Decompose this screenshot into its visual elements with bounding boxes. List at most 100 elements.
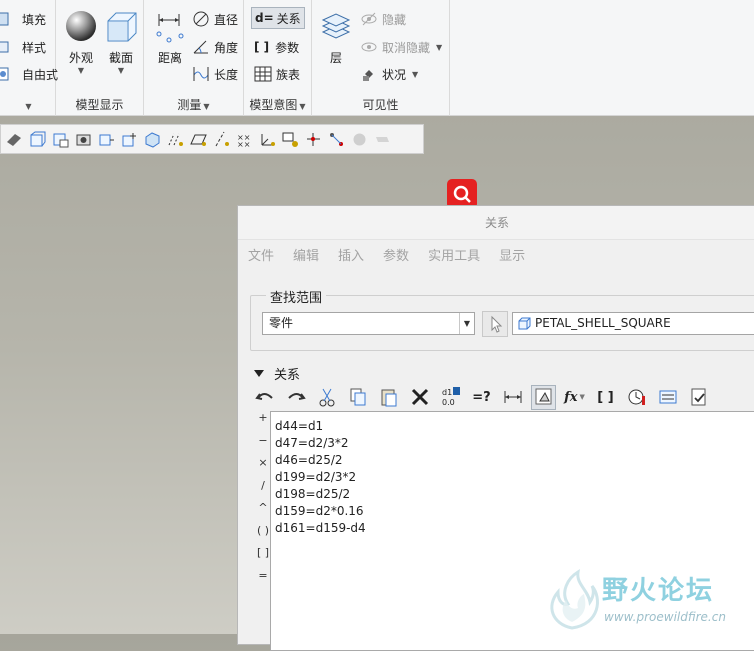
- section-button[interactable]: 截面 ▼: [101, 6, 141, 86]
- select-from-model-icon[interactable]: [531, 384, 556, 410]
- menu-insert[interactable]: 插入: [338, 245, 364, 264]
- diameter-button[interactable]: 直径: [192, 8, 238, 30]
- undo-icon[interactable]: [252, 385, 277, 410]
- delete-icon[interactable]: [407, 385, 432, 410]
- layers-button[interactable]: 层: [316, 6, 356, 86]
- ribbon-group-visibility: 层 隐藏 取消隐藏 ▼ 状况 ▼ 可见性: [312, 0, 450, 116]
- svg-text:d1: d1: [442, 388, 452, 397]
- insert-parameter-button[interactable]: [ ]: [593, 385, 618, 410]
- view-manager-icon[interactable]: [97, 130, 116, 149]
- scope-label: 查找范围: [266, 287, 327, 306]
- saved-view-icon[interactable]: [51, 130, 70, 149]
- relation-line: d198=d25/2: [275, 487, 351, 501]
- select-part-button[interactable]: [482, 311, 508, 337]
- svg-text:××: ××: [237, 140, 250, 149]
- svg-text:0.0: 0.0: [442, 398, 455, 407]
- diameter-icon: [192, 10, 210, 28]
- show-dimension-icon[interactable]: [655, 385, 680, 410]
- length-button[interactable]: 长度: [192, 63, 238, 85]
- disabled-display-icon[interactable]: [350, 130, 369, 149]
- relation-line: d46=d25/2: [275, 453, 343, 467]
- csys-display-icon[interactable]: [258, 130, 277, 149]
- part-name-field[interactable]: PETAL_SHELL_SQUARE: [512, 312, 754, 335]
- chevron-down-icon: ▼: [579, 393, 585, 401]
- ribbon-group-label-model-display: 模型显示: [75, 98, 124, 112]
- evaluate-icon[interactable]: [624, 385, 649, 410]
- fill-icon: [0, 10, 18, 28]
- menu-edit[interactable]: 编辑: [293, 245, 319, 264]
- relations-section-toggle[interactable]: 关系: [254, 364, 300, 383]
- appearance-button[interactable]: 外观 ▼: [61, 6, 101, 86]
- verify-relations-button[interactable]: =?: [469, 385, 494, 410]
- copy-icon[interactable]: [345, 385, 370, 410]
- menu-parameters[interactable]: 参数: [383, 245, 409, 264]
- distance-icon: [153, 10, 187, 44]
- hide-button[interactable]: 隐藏: [360, 8, 406, 30]
- freestyle-icon: [0, 65, 18, 83]
- menu-display[interactable]: 显示: [499, 245, 525, 264]
- relation-line: d159=d2*0.16: [275, 504, 364, 518]
- layers-icon: [319, 10, 353, 44]
- spin-center-display-icon[interactable]: [304, 130, 323, 149]
- relation-line: d44=d1: [275, 419, 324, 433]
- point-display-icon[interactable]: ×× ××: [235, 130, 254, 149]
- toggle-symbol-value-icon[interactable]: d1 0.0: [438, 385, 463, 410]
- length-icon: [192, 65, 210, 83]
- style-button[interactable]: 样式: [0, 36, 46, 58]
- plane-display-icon[interactable]: [189, 130, 208, 149]
- menu-utilities[interactable]: 实用工具: [428, 245, 480, 264]
- relations-button[interactable]: d= 关系: [251, 7, 305, 29]
- freestyle-button[interactable]: 自由式: [0, 63, 58, 85]
- annotation-display-icon[interactable]: [281, 130, 300, 149]
- distance-button[interactable]: 距离: [148, 6, 192, 86]
- menu-file[interactable]: 文件: [248, 245, 274, 264]
- insert-function-button[interactable]: fx ▼: [562, 385, 587, 410]
- angle-icon: [192, 38, 210, 56]
- disabled-render-icon[interactable]: [373, 130, 392, 149]
- sketch-display-icon[interactable]: [327, 130, 346, 149]
- ribbon: 填充 样式 自由式 ▼ 外观 ▼ 截面 ▼ 模型显示 距离 直径 角度 长度 测…: [0, 0, 754, 116]
- shading-icon[interactable]: [5, 130, 24, 149]
- eye-slash-icon: [360, 10, 378, 28]
- view-toolbar: ×× ××: [0, 124, 424, 154]
- redo-icon[interactable]: [283, 385, 308, 410]
- relation-line: d47=d2/3*2: [275, 436, 349, 450]
- axis-display-icon[interactable]: [212, 130, 231, 149]
- chevron-down-icon: ▼: [117, 66, 125, 75]
- chevron-down-icon: ▼: [203, 102, 210, 111]
- ribbon-group-model-display: 外观 ▼ 截面 ▼ 模型显示: [56, 0, 144, 116]
- ribbon-group-label-model-intent[interactable]: 模型意图 ▼: [244, 97, 311, 113]
- fill-button[interactable]: 填充: [0, 8, 46, 30]
- chevron-down-icon: ▼: [77, 66, 85, 75]
- ribbon-group-measure: 距离 直径 角度 长度 测量 ▼: [144, 0, 244, 116]
- chevron-down-icon[interactable]: ▼: [459, 313, 474, 334]
- family-table-button[interactable]: 族表: [254, 63, 300, 85]
- wireframe-cube-icon[interactable]: [143, 130, 162, 149]
- cut-icon[interactable]: [314, 385, 339, 410]
- camera-icon[interactable]: [74, 130, 93, 149]
- part-cube-icon: [518, 317, 531, 330]
- spin-center-icon[interactable]: [120, 130, 139, 149]
- forum-watermark: 野火论坛 www.proewildfire.cn: [542, 568, 754, 634]
- cube-front-icon[interactable]: [28, 130, 47, 149]
- sphere-icon: [64, 10, 98, 44]
- ribbon-group-label-style[interactable]: ▼: [0, 97, 55, 113]
- collapse-triangle-icon: [254, 370, 264, 377]
- section-cube-icon: [104, 10, 138, 44]
- watermark-title: 野火论坛: [602, 576, 715, 606]
- ribbon-group-label-measure[interactable]: 测量 ▼: [144, 97, 243, 113]
- datum-planes-icon[interactable]: [166, 130, 185, 149]
- status-button[interactable]: 状况 ▼: [360, 63, 418, 85]
- eye-icon: [360, 38, 378, 56]
- scope-select[interactable]: 零件 ▼: [262, 312, 475, 335]
- table-icon: [254, 65, 272, 83]
- sort-relations-icon[interactable]: [686, 385, 711, 410]
- dimension-icon[interactable]: [500, 385, 525, 410]
- dialog-menubar: 文件 编辑 插入 参数 实用工具 显示: [238, 240, 754, 268]
- parameters-button[interactable]: [ ] 参数: [254, 36, 299, 58]
- angle-button[interactable]: 角度: [192, 36, 238, 58]
- flame-logo-icon: [550, 569, 599, 630]
- paste-icon[interactable]: [376, 385, 401, 410]
- unhide-button[interactable]: 取消隐藏 ▼: [360, 36, 442, 58]
- dialog-title: 关系: [238, 206, 754, 240]
